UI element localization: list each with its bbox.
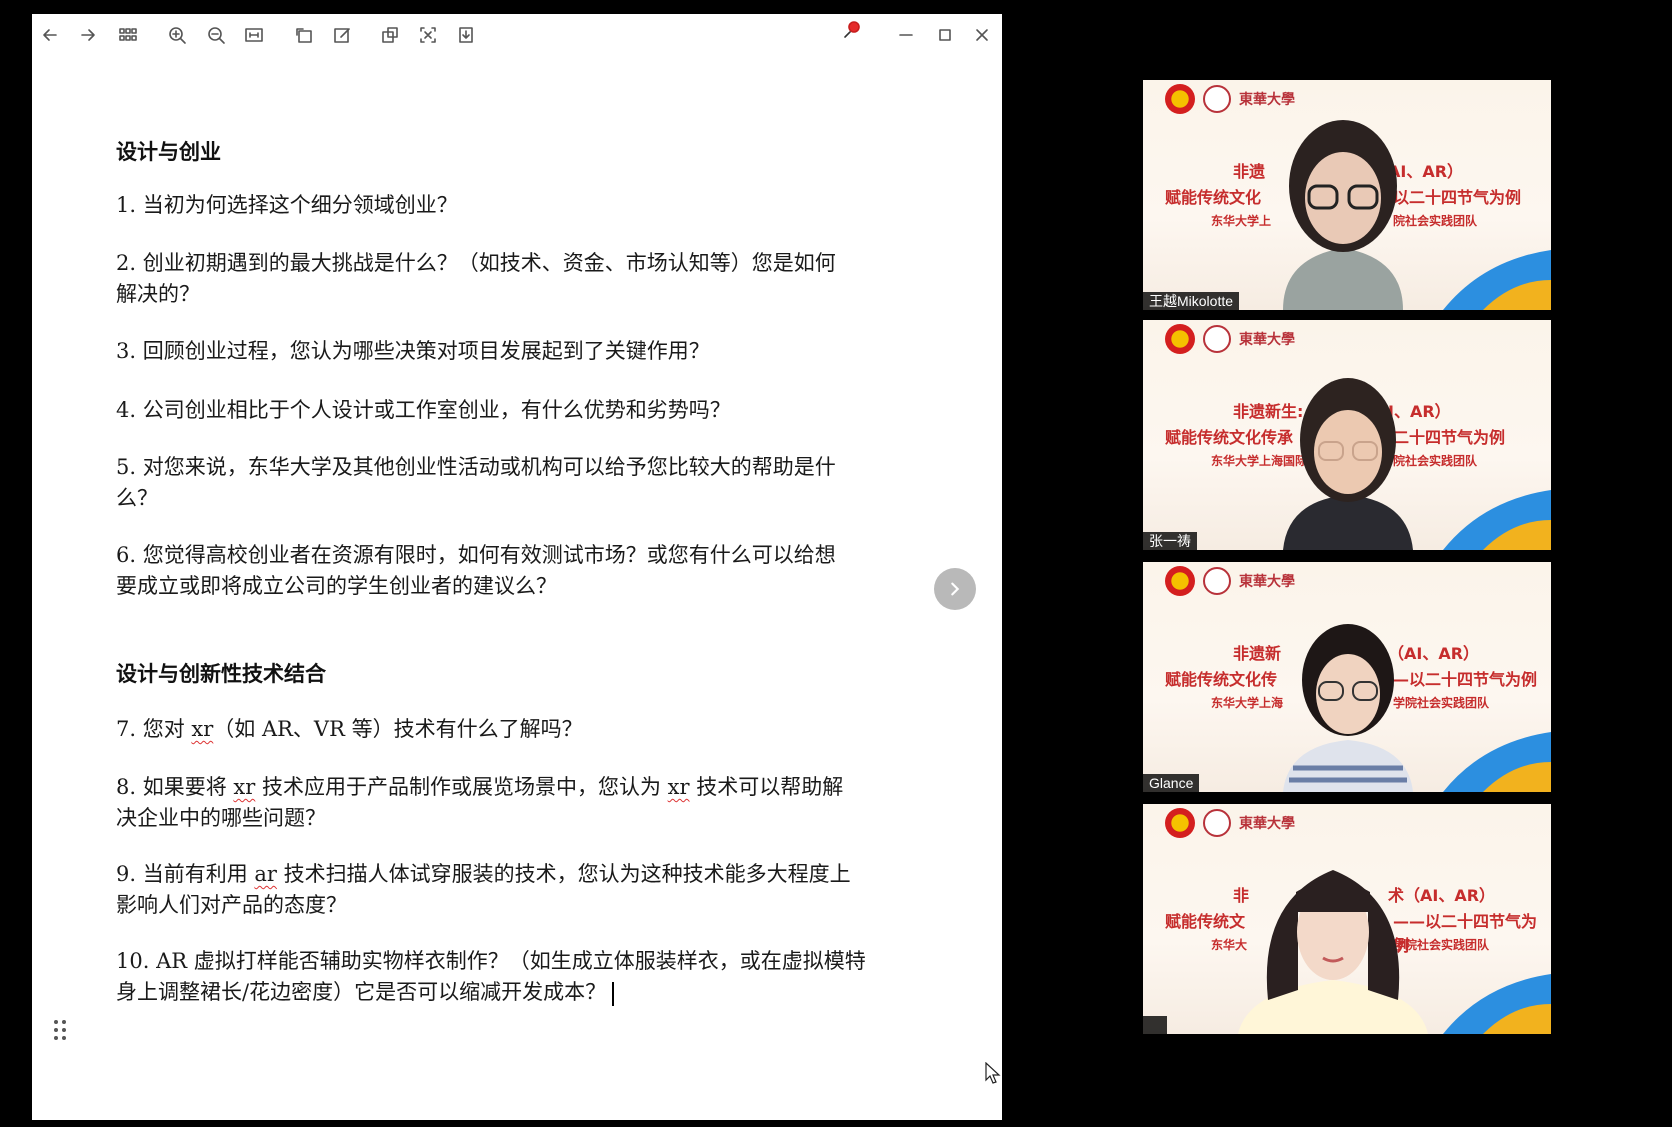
question-2-line1: 2. 创业初期遇到的最大挑战是什么？（如技术、资金、市场认知等）您是如何 [116,251,836,275]
banner-logos: 東華大學 [1165,566,1295,596]
drag-handle-icon[interactable] [54,1020,68,1042]
question-1: 1. 当初为何选择这个细分领域创业？ [116,190,972,221]
question-2-line2: 解决的？ [116,282,200,306]
participant-name-tag: 张一祷 [1143,532,1197,550]
question-10-line1: 10. AR 虚拟打样能否辅助实物样衣制作？（如生成立体服装样衣，或在虚拟模特 [116,949,866,973]
chevron-right-icon [951,582,960,596]
question-10-line2-text: 身上调整裙长/花边密度）它是否可以缩减开发成本？ [116,980,607,1004]
participant-video-feed [1238,870,1428,1034]
grid-view-icon[interactable] [116,23,140,47]
edit-icon[interactable] [330,23,354,47]
question-9-prefix: 9. 当前有利用 [116,862,255,886]
question-1-text: 1. 当初为何选择这个细分领域创业？ [116,193,458,217]
question-6-line2: 要成立或即将成立公司的学生创业者的建议么？ [116,574,557,598]
question-6: 6. 您觉得高校创业者在资源有限时，如何有效测试市场？或您有什么可以给想 要成立… [116,540,972,602]
question-3: 3. 回顾创业过程，您认为哪些决策对项目发展起到了关键作用？ [116,336,972,367]
question-8-line2: 决企业中的哪些问题？ [116,806,326,830]
banner-logos: 東華大學 [1165,808,1295,838]
pin-icon[interactable] [840,18,864,42]
spellcheck-word: ar [254,862,277,886]
rotate-icon[interactable] [292,23,316,47]
screenshot-icon[interactable] [416,23,440,47]
question-10: 10. AR 虚拟打样能否辅助实物样衣制作？（如生成立体服装样衣，或在虚拟模特 … [116,946,972,1008]
minimize-icon[interactable] [894,23,918,47]
university-seal-icon [1203,325,1231,353]
video-tile[interactable]: 東華大學 非遗新生: I、AR） 赋能传统文化传承 二十四节气为例 东华大学上海… [1143,320,1551,550]
university-logo-text: 東華大學 [1239,332,1295,348]
question-3-text: 3. 回顾创业过程，您认为哪些决策对项目发展起到了关键作用？ [116,339,710,363]
participant-name-tag: Glance [1143,774,1200,792]
participant-video-feed [1283,624,1413,792]
question-8: 8. 如果要将 xr 技术应用于产品制作或展览场景中，您认为 xr 技术可以帮助… [116,772,972,834]
question-9-line2: 影响人们对产品的态度？ [116,893,347,917]
question-5-line1: 5. 对您来说，东华大学及其他创业性活动或机构可以给予您比较大的帮助是什 [116,455,836,479]
forward-icon[interactable] [76,23,100,47]
video-tile[interactable]: 東華大學 非 术（AI、AR） 赋能传统文 ——以二十四节气为例 东华大 学院社… [1143,804,1551,1034]
viewer-toolbar [32,14,1002,56]
question-7-suffix: （如 AR、VR 等）技术有什么了解吗？ [213,717,583,741]
spellcheck-word: xr [667,775,690,799]
question-6-line1: 6. 您觉得高校创业者在资源有限时，如何有效测试市场？或您有什么可以给想 [116,543,836,567]
document-viewer-window: 设计与创业 1. 当初为何选择这个细分领域创业？ 2. 创业初期遇到的最大挑战是… [32,14,1002,1120]
question-7: 7. 您对 xr（如 AR、VR 等）技术有什么了解吗？ [116,714,972,745]
question-9: 9. 当前有利用 ar 技术扫描人体试穿服装的技术，您认为这种技术能多大程度上 … [116,859,972,921]
video-tile[interactable]: 東華大學 非遗 AI、AR） 赋能传统文化 以二十四节气为例 东华大学上 院社会… [1143,80,1551,310]
zoom-in-icon[interactable] [165,23,189,47]
question-4-text: 4. 公司创业相比于个人设计或工作室创业，有什么优势和劣势吗？ [116,398,731,422]
banner-line3-left: 东华大学上 [1211,214,1272,228]
participant-name-tag: 王越Mikolotte [1143,292,1240,310]
participant-name-tag [1143,1016,1167,1034]
back-icon[interactable] [38,23,62,47]
question-7-prefix: 7. 您对 [116,717,192,741]
close-icon[interactable] [970,23,994,47]
question-9-line1: 9. 当前有利用 ar 技术扫描人体试穿服装的技术，您认为这种技术能多大程度上 [116,859,972,890]
participant-video-feed [1283,120,1403,310]
youth-league-emblem-icon [1165,808,1195,838]
section-title-tech: 设计与创新性技术结合 [116,661,326,686]
youth-league-emblem-icon [1165,84,1195,114]
zoom-out-icon[interactable] [204,23,228,47]
document-page[interactable]: 设计与创业 1. 当初为何选择这个细分领域创业？ 2. 创业初期遇到的最大挑战是… [32,56,1002,1120]
maximize-icon[interactable] [933,23,957,47]
copy-icon[interactable] [378,23,402,47]
download-icon[interactable] [454,23,478,47]
participant-video-feed [1283,378,1413,550]
next-page-button[interactable] [934,568,976,610]
youth-league-emblem-icon [1165,566,1195,596]
spellcheck-word: xr [233,775,256,799]
section-title-entrepreneurship: 设计与创业 [116,139,221,164]
question-4: 4. 公司创业相比于个人设计或工作室创业，有什么优势和劣势吗？ [116,395,972,426]
question-10-line2: 身上调整裙长/花边密度）它是否可以缩减开发成本？ [116,977,972,1008]
mouse-cursor-icon [985,1062,1001,1084]
question-8-middle: 技术应用于产品制作或展览场景中，您认为 [255,775,668,799]
university-seal-icon [1203,809,1231,837]
university-seal-icon [1203,567,1231,595]
question-5: 5. 对您来说，东华大学及其他创业性活动或机构可以给予您比较大的帮助是什 么？ [116,452,972,514]
university-logo-text: 東華大學 [1239,816,1295,832]
banner-line2-left: 赋能传统文化 [1165,188,1262,207]
banner-line2-left: 赋能传统文化传 [1165,670,1278,689]
spellcheck-word: xr [191,717,214,741]
banner-line1-left: 非遗 [1233,162,1266,181]
university-logo-text: 東華大學 [1239,574,1295,590]
university-seal-icon [1203,85,1231,113]
fit-width-icon[interactable] [242,23,266,47]
banner-logos: 東華大學 [1165,324,1295,354]
question-5-line2: 么？ [116,486,158,510]
text-caret [612,981,615,1006]
question-8-line1: 8. 如果要将 xr 技术应用于产品制作或展览场景中，您认为 xr 技术可以帮助… [116,772,972,803]
question-8-prefix: 8. 如果要将 [116,775,234,799]
question-2: 2. 创业初期遇到的最大挑战是什么？（如技术、资金、市场认知等）您是如何 解决的… [116,248,972,310]
video-tile[interactable]: 東華大學 非遗新 （AI、AR） 赋能传统文化传 —以二十四节气为例 东华大学上… [1143,562,1551,792]
youth-league-emblem-icon [1165,324,1195,354]
banner-line2-left: 赋能传统文 [1165,912,1246,931]
question-9-suffix: 技术扫描人体试穿服装的技术，您认为这种技术能多大程度上 [276,862,851,886]
university-logo-text: 東華大學 [1239,92,1295,108]
question-8-suffix: 技术可以帮助解 [689,775,844,799]
